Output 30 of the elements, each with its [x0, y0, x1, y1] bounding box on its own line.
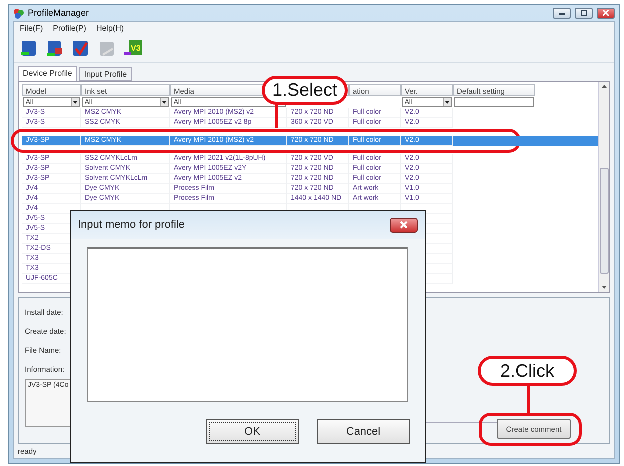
dropdown-arrow-icon — [162, 100, 167, 104]
vertical-scrollbar[interactable] — [598, 82, 609, 292]
dialog-title: Input memo for profile — [78, 219, 186, 231]
minimize-button[interactable] — [553, 8, 571, 18]
dropdown-arrow-icon — [73, 100, 78, 104]
filter-field[interactable] — [454, 97, 534, 107]
dropdown-arrow-icon — [445, 100, 450, 104]
tab[interactable]: Input Profile — [79, 67, 132, 81]
minimize-icon — [559, 11, 565, 15]
maximize-button[interactable] — [575, 8, 593, 18]
memo-field[interactable] — [87, 247, 408, 402]
callout-tooltip: 2.Click — [478, 356, 577, 386]
menu-item[interactable]: Profile(P) — [53, 24, 86, 33]
tab[interactable]: Device Profile — [18, 66, 78, 81]
scroll-up-icon[interactable] — [602, 85, 606, 88]
close-button[interactable] — [597, 8, 615, 18]
leader-line — [275, 104, 278, 128]
maximize-icon — [581, 10, 587, 16]
cancel-button[interactable]: Cancel — [317, 419, 410, 444]
leader-line — [527, 384, 530, 415]
callout-tooltip: 1.Select — [262, 76, 348, 105]
app-logo-icon — [13, 8, 24, 18]
scroll-down-icon[interactable] — [602, 286, 606, 289]
window-title: ProfileManager — [28, 8, 90, 18]
menu-item[interactable]: Help(H) — [96, 24, 124, 33]
close-button[interactable] — [390, 218, 418, 232]
ok-button[interactable]: OK — [206, 419, 299, 444]
close-icon — [603, 10, 609, 16]
close-icon — [400, 221, 408, 229]
menu-item[interactable]: File(F) — [20, 24, 44, 33]
